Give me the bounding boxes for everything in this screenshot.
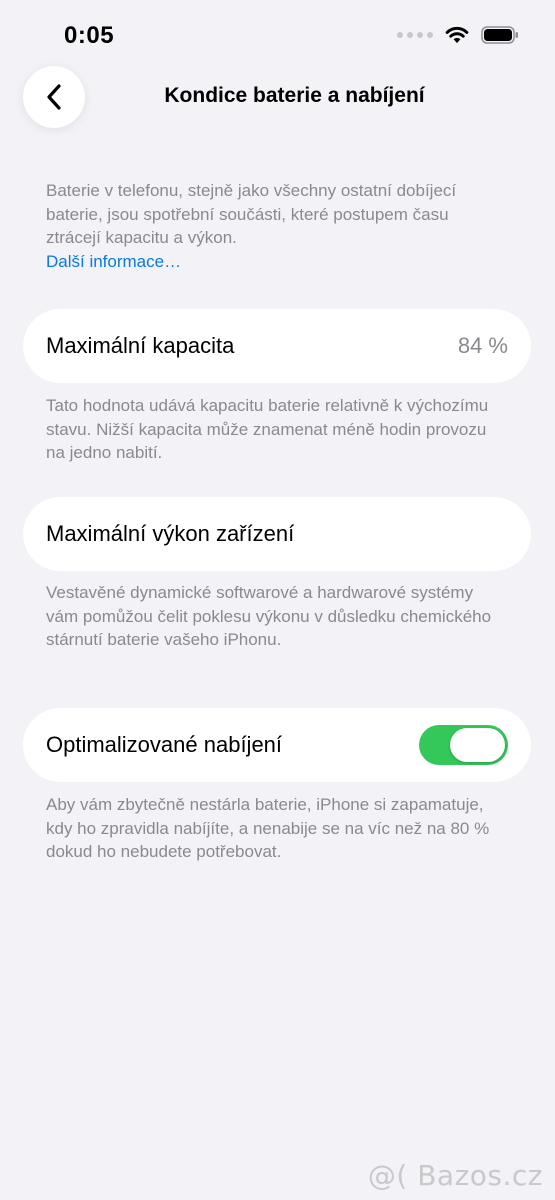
cellular-signal-icon xyxy=(397,32,433,38)
peak-performance-footer: Vestavěné dynamické softwarové a hardwar… xyxy=(46,583,492,649)
more-info-link[interactable]: Další informace… xyxy=(46,250,508,274)
battery-icon xyxy=(481,26,518,44)
optimized-charging-toggle[interactable] xyxy=(419,725,508,765)
max-capacity-label: Maximální kapacita xyxy=(46,333,235,358)
watermark-logo: @( Bazos.cz xyxy=(367,1159,543,1192)
intro-section: Baterie v telefonu, stejně jako všechny … xyxy=(46,179,508,273)
chevron-left-icon xyxy=(47,84,61,110)
navigation-bar: Kondice baterie a nabíjení xyxy=(0,66,555,132)
optimized-charging-footer: Aby vám zbytečně nestárla baterie, iPhon… xyxy=(46,795,490,861)
status-icons xyxy=(397,26,519,44)
peak-performance-row: Maximální výkon zařízení xyxy=(23,497,531,571)
intro-text: Baterie v telefonu, stejně jako všechny … xyxy=(46,181,457,247)
max-capacity-value: 84 % xyxy=(457,333,508,358)
back-button[interactable] xyxy=(23,66,85,128)
toggle-knob xyxy=(450,728,505,762)
status-time: 0:05 xyxy=(64,22,115,49)
peak-performance-label: Maximální výkon zařízení xyxy=(46,521,295,546)
page-title: Kondice baterie a nabíjení xyxy=(164,84,425,107)
max-capacity-footer: Tato hodnota udává kapacitu baterie rela… xyxy=(46,396,489,462)
max-capacity-row: Maximální kapacita 84 % xyxy=(23,309,531,383)
status-bar: 0:05 xyxy=(0,0,555,76)
wifi-icon xyxy=(445,26,469,43)
optimized-charging-row: Optimalizované nabíjení xyxy=(23,708,531,782)
optimized-charging-label: Optimalizované nabíjení xyxy=(46,732,283,757)
